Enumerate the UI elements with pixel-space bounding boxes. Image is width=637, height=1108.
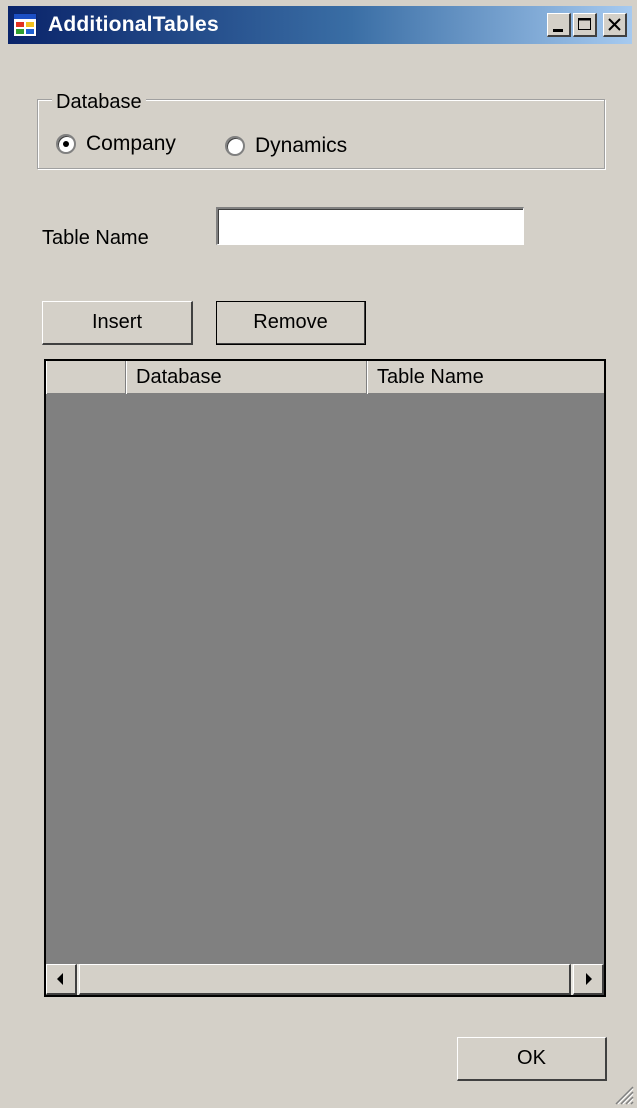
close-button[interactable] bbox=[603, 13, 627, 37]
radio-unchecked-icon bbox=[225, 136, 245, 156]
remove-button[interactable]: Remove bbox=[216, 301, 366, 345]
ok-button[interactable]: OK bbox=[457, 1037, 607, 1081]
column-header-database[interactable]: Database bbox=[126, 361, 367, 394]
horizontal-scrollbar[interactable] bbox=[46, 964, 604, 995]
grid-header: Database Table Name bbox=[46, 361, 604, 394]
database-group-legend: Database bbox=[52, 91, 146, 114]
arrow-right-icon bbox=[586, 973, 592, 985]
arrow-left-icon bbox=[57, 973, 63, 985]
radio-company[interactable]: Company bbox=[56, 132, 176, 156]
title-bar[interactable]: AdditionalTables bbox=[8, 6, 632, 44]
insert-button[interactable]: Insert bbox=[42, 301, 193, 345]
scroll-left-button[interactable] bbox=[46, 964, 77, 995]
tables-grid[interactable]: Database Table Name bbox=[44, 359, 606, 997]
radio-checked-icon bbox=[56, 134, 76, 154]
row-header-column[interactable] bbox=[46, 361, 126, 394]
scroll-right-button[interactable] bbox=[573, 964, 604, 995]
additional-tables-window: AdditionalTables Database Company Dynami… bbox=[0, 0, 637, 1108]
column-header-table-name[interactable]: Table Name bbox=[367, 361, 604, 394]
scrollbar-thumb[interactable] bbox=[79, 964, 571, 995]
close-icon bbox=[608, 18, 621, 31]
maximize-icon bbox=[578, 18, 591, 30]
resize-grip-icon[interactable] bbox=[612, 1083, 634, 1105]
maximize-button[interactable] bbox=[573, 13, 597, 37]
form-icon bbox=[13, 13, 37, 37]
minimize-button[interactable] bbox=[547, 13, 571, 37]
radio-dynamics[interactable]: Dynamics bbox=[225, 134, 347, 158]
radio-dynamics-label: Dynamics bbox=[255, 134, 348, 157]
table-name-label: Table Name bbox=[42, 227, 149, 249]
window-title: AdditionalTables bbox=[48, 13, 219, 36]
radio-company-label: Company bbox=[86, 132, 176, 155]
minimize-icon bbox=[553, 29, 563, 32]
table-name-input[interactable] bbox=[216, 207, 524, 245]
